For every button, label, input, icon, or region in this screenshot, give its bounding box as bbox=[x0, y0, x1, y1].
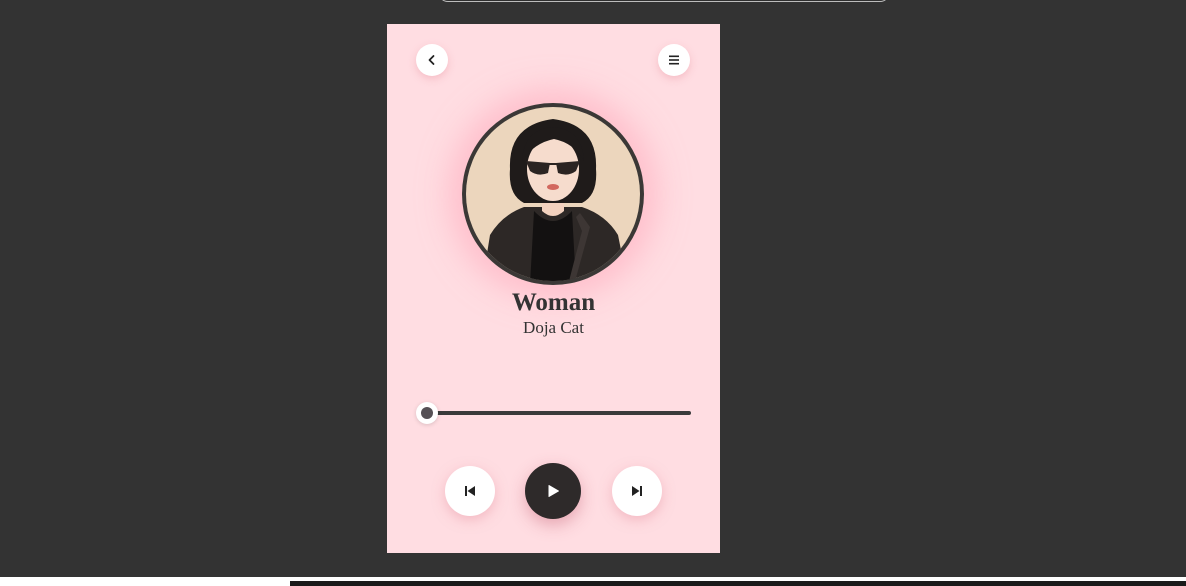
progress-track[interactable] bbox=[425, 411, 691, 415]
taskbar-edge-dark bbox=[290, 581, 1186, 586]
chevron-left-icon bbox=[428, 55, 435, 65]
skip-previous-icon bbox=[465, 486, 475, 496]
album-art-illustration bbox=[462, 103, 644, 285]
play-button[interactable] bbox=[525, 463, 581, 519]
progress-thumb[interactable] bbox=[416, 402, 438, 424]
progress-slider[interactable] bbox=[416, 402, 691, 424]
menu-icon bbox=[669, 55, 679, 65]
back-button[interactable] bbox=[416, 44, 448, 76]
skip-next-icon bbox=[632, 486, 642, 496]
next-button[interactable] bbox=[612, 466, 662, 516]
previous-button[interactable] bbox=[445, 466, 495, 516]
browser-bar-edge bbox=[438, 0, 890, 2]
play-icon bbox=[548, 485, 559, 497]
song-artist: Doja Cat bbox=[523, 318, 584, 337]
menu-button[interactable] bbox=[658, 44, 690, 76]
music-player-card: Woman Doja Cat bbox=[387, 24, 720, 553]
album-cover bbox=[462, 103, 644, 285]
song-title: Woman bbox=[511, 289, 596, 316]
